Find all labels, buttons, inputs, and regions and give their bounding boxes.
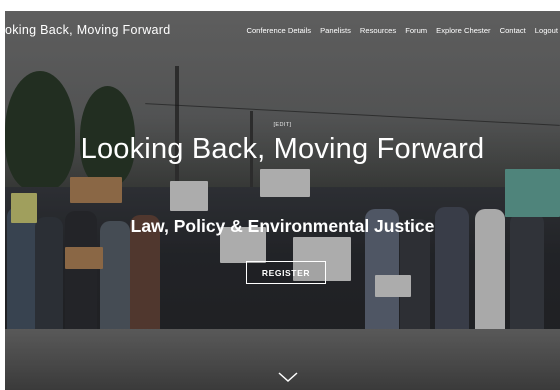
nav-menu: Conference Details Panelists Resources F… (246, 26, 558, 35)
nav-resources[interactable]: Resources (360, 26, 396, 35)
nav-explore-chester[interactable]: Explore Chester (436, 26, 490, 35)
hero-section: oking Back, Moving Forward Conference De… (5, 11, 560, 390)
hero-subtitle: Law, Policy & Environmental Justice (130, 216, 435, 236)
nav-conference-details[interactable]: Conference Details (246, 26, 311, 35)
chevron-down-icon[interactable] (277, 370, 299, 384)
edit-tag[interactable]: [EDIT] (5, 122, 560, 128)
nav-panelists[interactable]: Panelists (320, 26, 351, 35)
top-navigation: oking Back, Moving Forward Conference De… (5, 11, 560, 49)
hero-title: Looking Back, Moving Forward (80, 133, 485, 165)
nav-forum[interactable]: Forum (405, 26, 427, 35)
nav-contact[interactable]: Contact (500, 26, 526, 35)
site-title[interactable]: oking Back, Moving Forward (5, 23, 171, 37)
nav-logout[interactable]: Logout (535, 26, 558, 35)
register-button[interactable]: REGISTER (246, 261, 326, 284)
